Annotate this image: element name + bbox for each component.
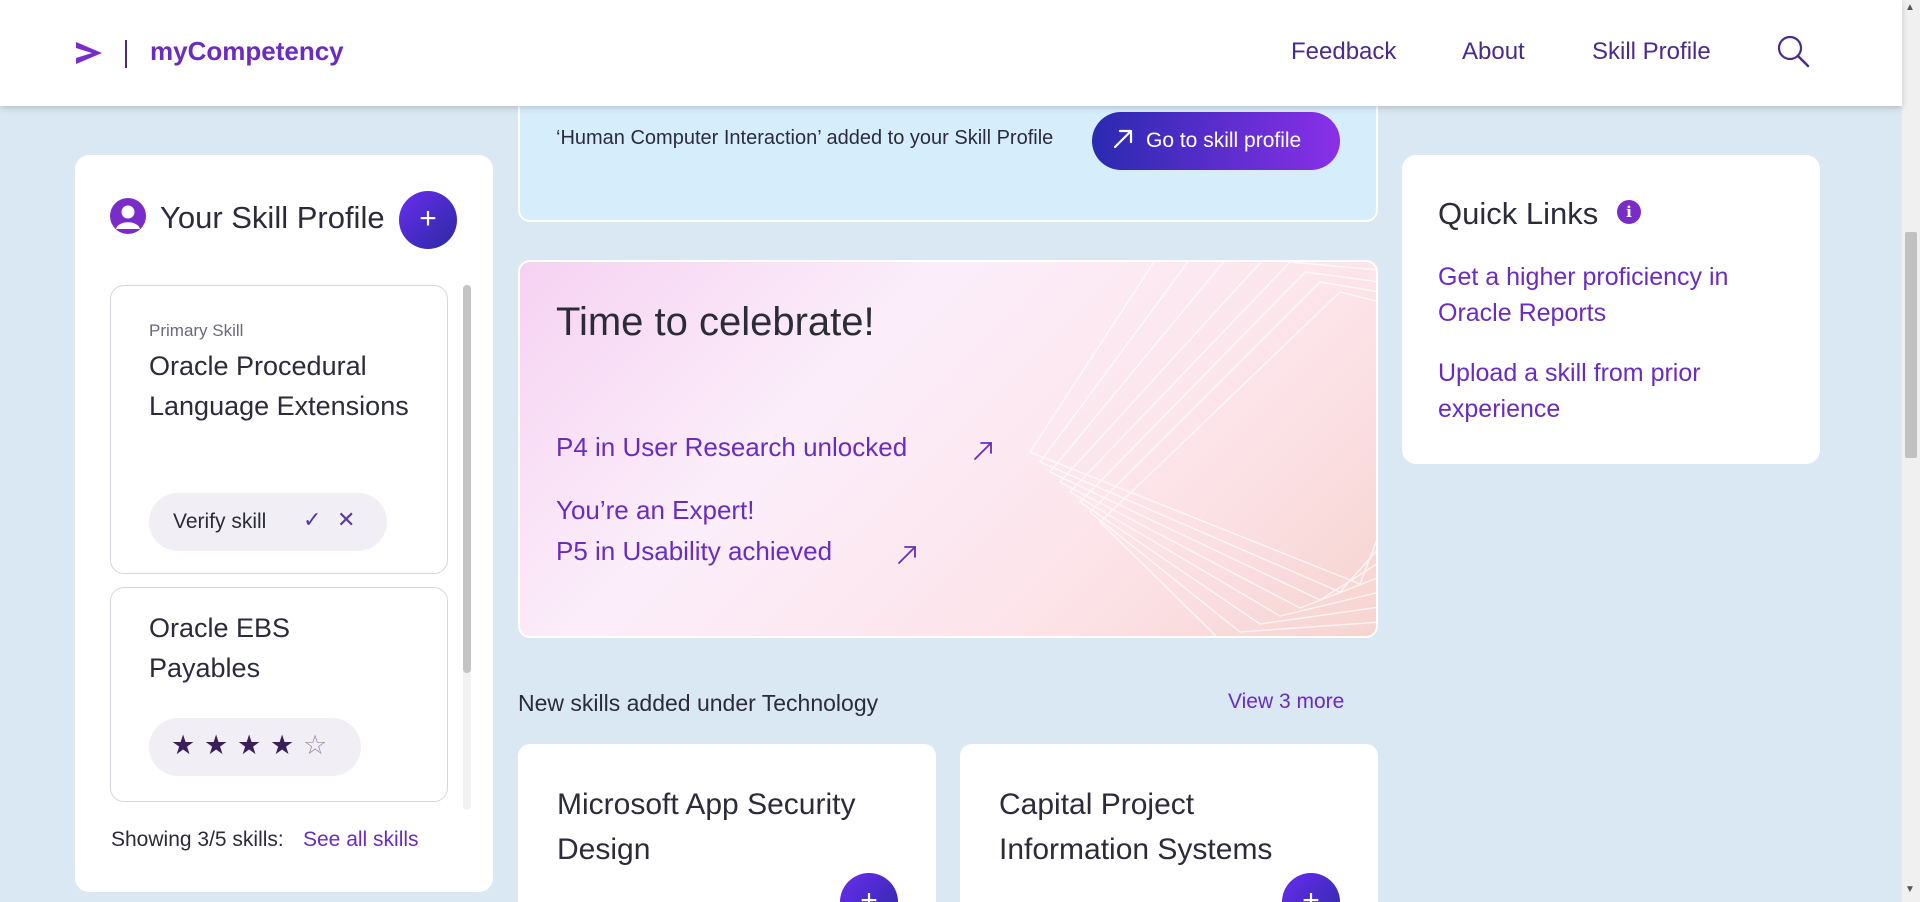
usability-achieved-link[interactable]: P5 in Usability achieved [556,536,832,567]
toast-message: ‘Human Computer Interaction’ added to yo… [556,127,1054,149]
star-filled-icon: ★ [171,730,196,760]
verify-skill-label: Verify skill [173,510,267,533]
scroll-down-arrow-icon[interactable]: ▼ [1905,884,1915,895]
nav-about[interactable]: About [1462,38,1525,66]
search-icon[interactable] [1776,34,1810,68]
quick-links-title: Quick Links [1438,196,1599,231]
verify-skill-pill: Verify skill ✓ ✕ [149,493,387,551]
celebrate-title: Time to celebrate! [556,300,875,344]
skill-tag: Primary Skill [149,321,244,340]
expert-line[interactable]: You’re an Expert! [556,495,755,526]
scroll-up-arrow-icon[interactable]: ▲ [1905,2,1915,13]
arrow-up-right-icon[interactable] [972,440,994,462]
skill-name: Oracle EBS Payables [149,613,291,683]
go-to-skill-profile-button[interactable]: Go to skill profile [1092,112,1340,170]
see-all-skills-link[interactable]: See all skills [303,828,419,852]
skill-item-primary: Primary Skill Oracle Procedural Language… [110,285,448,574]
new-skill-title: Microsoft App Security Design [557,788,856,866]
quick-link-upload-skill[interactable]: Upload a skill from prior experience [1438,355,1778,427]
skill-added-toast: ‘Human Computer Interaction’ added to yo… [518,90,1378,222]
add-skill-button[interactable]: + [399,191,457,249]
star-filled-icon: ★ [270,730,295,760]
nav-skill-profile[interactable]: Skill Profile [1592,38,1711,66]
star-filled-icon: ★ [237,730,262,760]
showing-count: Showing 3/5 skills: [111,828,284,851]
arrow-up-right-icon [1113,129,1133,149]
star-empty-icon: ☆ [303,730,328,760]
new-skills-section-title: New skills added under Technology [518,690,879,716]
info-icon[interactable]: i [1617,200,1641,224]
quick-link-proficiency[interactable]: Get a higher proficiency in Oracle Repor… [1438,259,1778,331]
go-button-label: Go to skill profile [1146,129,1302,152]
skill-list[interactable]: Primary Skill Oracle Procedural Language… [110,285,470,810]
nav-feedback[interactable]: Feedback [1291,38,1396,66]
close-icon[interactable]: ✕ [337,507,355,533]
arrow-up-right-icon[interactable] [896,544,918,566]
brand-name[interactable]: myCompetency [150,36,344,67]
new-skill-title: Capital Project Information Systems [999,788,1273,866]
skill-profile-title: Your Skill Profile [160,200,385,235]
celebrate-banner: Time to celebrate! P4 in User Research u… [518,260,1378,638]
user-profile-icon [110,198,146,234]
logo-divider [125,40,127,68]
page-scroll-thumb[interactable] [1905,232,1917,458]
star-filled-icon: ★ [204,730,229,760]
view-more-link[interactable]: View 3 more [1228,690,1344,714]
accenture-logo-icon[interactable] [74,38,104,68]
skill-list-scroll-thumb[interactable] [463,285,471,673]
user-research-unlocked-link[interactable]: P4 in User Research unlocked [556,432,907,463]
check-icon[interactable]: ✓ [303,507,321,533]
top-header: myCompetency Feedback About Skill Profil… [0,0,1902,106]
skill-name: Oracle Procedural Language Extensions [149,351,409,421]
skill-item: Oracle EBS Payables ★ ★ ★ ★ ☆ [110,587,448,802]
skill-rating: ★ ★ ★ ★ ☆ [149,718,361,776]
